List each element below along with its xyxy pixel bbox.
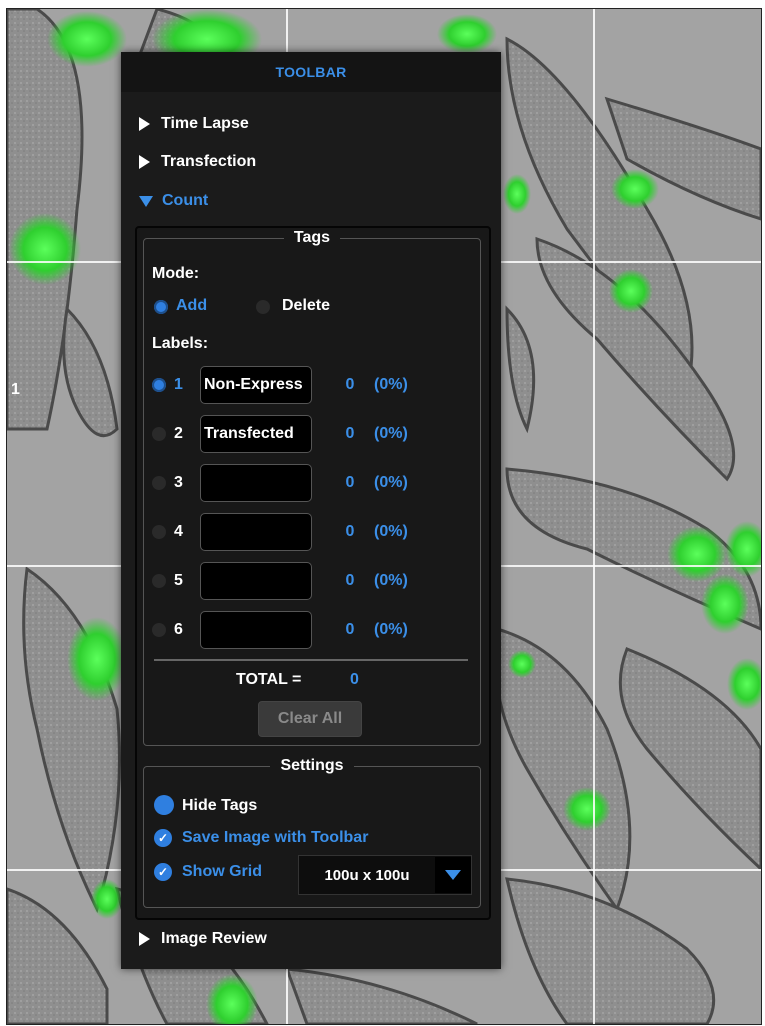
checkmark-icon[interactable]: ✓ (154, 863, 172, 881)
label-radio[interactable] (152, 476, 166, 490)
cell-tag-label: 1 (11, 381, 20, 398)
total-label: TOTAL = (236, 671, 302, 688)
grid-line-vertical (593, 9, 595, 1024)
show-grid-label: Show Grid (182, 863, 262, 880)
section-label: Count (162, 192, 209, 209)
hide-tags-radio[interactable] (154, 795, 174, 815)
expand-arrow-icon (139, 117, 150, 131)
settings-group: Settings Hide Tags ✓ Save Image with Too… (143, 757, 481, 908)
label-count: 0 (345, 425, 355, 442)
label-radio[interactable] (152, 574, 166, 588)
toolbar-panel: TOOLBAR Time Lapse Transfection Count Ta… (121, 52, 501, 969)
label-row: 5 0 (0%) (152, 561, 408, 601)
mode-delete-option[interactable]: Delete (256, 295, 356, 319)
mode-add-radio[interactable] (154, 300, 168, 314)
label-row: 4 0 (0%) (152, 512, 408, 552)
hide-tags-label: Hide Tags (182, 797, 258, 814)
settings-title: Settings (270, 757, 354, 774)
label-percent: (0%) (374, 474, 408, 491)
dropdown-button[interactable] (435, 857, 471, 893)
label-number: 5 (174, 572, 183, 589)
label-row: 3 0 (0%) (152, 463, 408, 503)
toolbar-title[interactable]: TOOLBAR (121, 52, 501, 92)
chevron-down-icon (445, 870, 461, 880)
label-name-field[interactable] (200, 513, 312, 551)
clear-all-button[interactable]: Clear All (258, 701, 362, 737)
label-number: 3 (174, 474, 183, 491)
checkmark-icon[interactable]: ✓ (154, 829, 172, 847)
mode-delete-radio[interactable] (256, 300, 270, 314)
label-count: 0 (345, 523, 355, 540)
grid-size-value: 100u x 100u (324, 866, 410, 884)
label-name-field[interactable] (200, 415, 312, 453)
label-radio[interactable] (152, 623, 166, 637)
section-image-review[interactable]: Image Review (139, 930, 267, 948)
collapse-arrow-icon (139, 195, 153, 207)
label-count: 0 (345, 572, 355, 589)
hide-tags-option[interactable]: Hide Tags (154, 793, 294, 819)
label-row: 2 0 (0%) (152, 414, 408, 454)
section-label: Image Review (161, 930, 267, 947)
label-row: 1 0 (0%) (152, 365, 408, 405)
section-time-lapse[interactable]: Time Lapse (139, 115, 249, 133)
tags-title: Tags (283, 229, 341, 246)
label-percent: (0%) (374, 523, 408, 540)
label-number: 2 (174, 425, 183, 442)
label-percent: (0%) (374, 572, 408, 589)
mode-label: Mode: (152, 265, 200, 282)
label-name-field[interactable] (200, 611, 312, 649)
label-count: 0 (345, 621, 355, 638)
mode-add-label: Add (176, 297, 208, 314)
label-name-field[interactable] (200, 464, 312, 502)
label-radio[interactable] (152, 525, 166, 539)
save-image-option[interactable]: ✓ Save Image with Toolbar (154, 827, 414, 851)
labels-label: Labels: (152, 335, 209, 352)
total-value: 0 (350, 671, 359, 688)
label-name-field[interactable] (200, 562, 312, 600)
label-percent: (0%) (374, 621, 408, 638)
section-transfection[interactable]: Transfection (139, 153, 256, 171)
mode-add-option[interactable]: Add (154, 295, 234, 319)
label-radio[interactable] (152, 378, 166, 392)
section-label: Transfection (161, 153, 257, 170)
label-percent: (0%) (374, 376, 408, 393)
label-count: 0 (345, 474, 355, 491)
label-radio[interactable] (152, 427, 166, 441)
save-image-label: Save Image with Toolbar (182, 829, 369, 846)
section-label: Time Lapse (161, 115, 249, 132)
show-grid-option[interactable]: ✓ Show Grid (154, 861, 284, 885)
label-percent: (0%) (374, 425, 408, 442)
label-number: 4 (174, 523, 183, 540)
expand-arrow-icon (139, 932, 150, 946)
label-number: 6 (174, 621, 183, 638)
expand-arrow-icon (139, 155, 150, 169)
grid-size-select[interactable]: 100u x 100u (298, 855, 472, 895)
mode-delete-label: Delete (282, 297, 331, 314)
label-number: 1 (174, 376, 183, 393)
tags-group: Tags Mode: Add Delete Labels: 1 0 (0%) 2 (143, 229, 481, 746)
section-count[interactable]: Count (139, 192, 208, 210)
label-name-field[interactable] (200, 366, 312, 404)
count-panel: Tags Mode: Add Delete Labels: 1 0 (0%) 2 (135, 226, 491, 920)
divider (154, 659, 468, 661)
label-count: 0 (345, 376, 355, 393)
label-row: 6 0 (0%) (152, 610, 408, 650)
